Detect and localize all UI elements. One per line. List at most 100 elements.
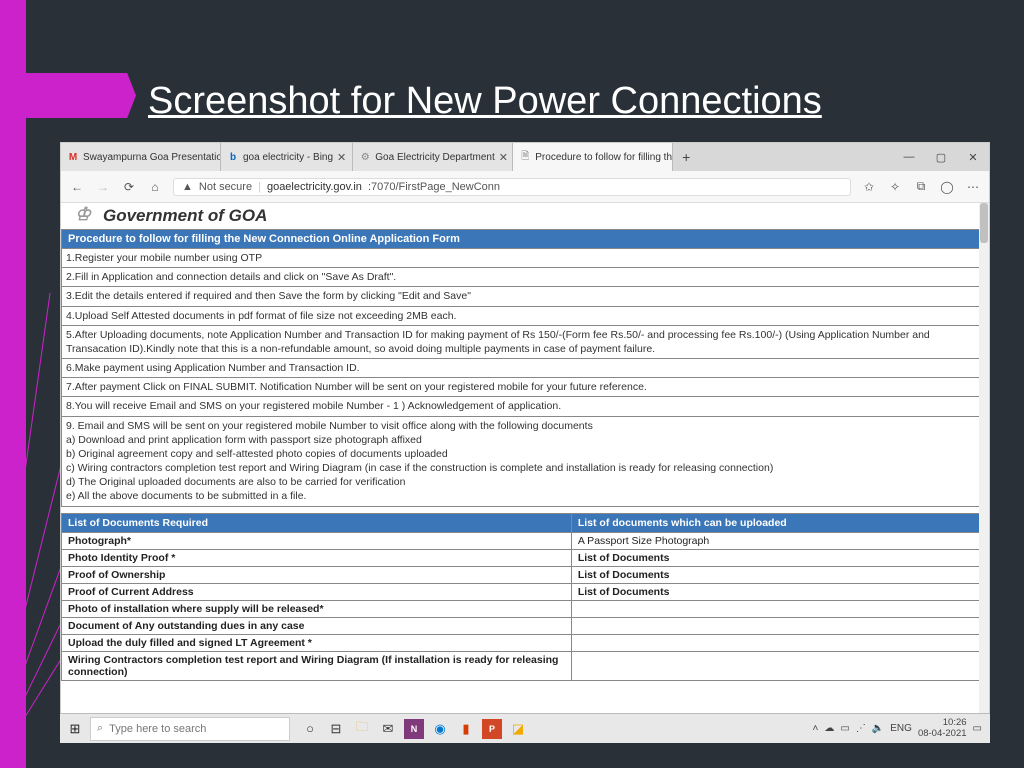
procedure-step: 6.Make payment using Application Number … [61,359,989,378]
notifications-icon[interactable]: ▭ [973,723,982,734]
scrollbar-thumb[interactable] [980,203,988,243]
tab-2[interactable]: ⚙ Goa Electricity Department ✕ [353,143,513,171]
tray-chevron-icon[interactable]: ˄ [813,723,819,734]
minimize-button[interactable]: — [893,143,925,171]
back-button[interactable]: ← [69,180,85,194]
tab-label: Goa Electricity Department [375,152,495,163]
battery-icon[interactable]: ▭ [840,723,849,734]
not-secure-icon: ▲ [182,181,193,193]
clock-time: 10:26 [918,718,967,728]
browser-window: M Swayampurna Goa Presentation ✕ b goa e… [60,142,990,722]
new-tab-button[interactable]: + [673,143,699,171]
taskbar-clock[interactable]: 10:26 08-04-2021 [918,718,967,739]
tab-3[interactable]: 🗎 Procedure to follow for filling th ✕ [513,143,673,171]
table-row: Photo of installation where supply will … [62,600,989,617]
emblem-icon: ♔ [69,204,97,228]
not-secure-label: Not secure [199,181,252,193]
edge-icon[interactable]: ◉ [430,719,450,739]
doc-upload-cell [571,617,988,634]
procedure-substep: c) Wiring contractors completion test re… [66,461,984,475]
close-icon[interactable]: ✕ [499,151,508,164]
doc-upload-link[interactable]: List of Documents [571,566,988,583]
tab-label: goa electricity - Bing [243,152,333,163]
table-row: Wiring Contractors completion test repor… [62,651,989,680]
tab-label: Swayampurna Goa Presentation [83,152,221,163]
bing-icon: b [227,151,239,163]
table-row: Proof of Current AddressList of Document… [62,583,989,600]
taskview-icon[interactable]: ⊟ [326,719,346,739]
powerpoint-icon[interactable]: P [482,719,502,739]
close-window-button[interactable]: ✕ [957,143,989,171]
doc-upload-link[interactable]: List of Documents [571,583,988,600]
site-icon: ⚙ [359,151,371,163]
volume-icon[interactable]: 🔈 [872,723,884,734]
cortana-icon[interactable]: ○ [300,719,320,739]
system-tray: ˄ ☁ ▭ ⋰ 🔈 ENG 10:26 08-04-2021 ▭ [805,718,990,739]
more-icon[interactable]: ⋯ [965,180,981,194]
table-row: Photo Identity Proof *List of Documents [62,549,989,566]
doc-required-cell: Photo Identity Proof * [62,549,572,566]
gmail-icon: M [67,151,79,163]
profile-icon[interactable]: ◯ [939,180,955,194]
browser-tabstrip: M Swayampurna Goa Presentation ✕ b goa e… [61,143,989,171]
read-aloud-icon[interactable]: ✩ [861,180,877,194]
window-controls: — ▢ ✕ [893,143,989,171]
explorer-icon[interactable]: 🗀 [352,719,372,739]
procedure-substep: b) Original agreement copy and self-atte… [66,447,984,461]
onenote-icon[interactable]: N [404,719,424,739]
procedure-step: 2.Fill in Application and connection det… [61,268,989,287]
table-row: Document of Any outstanding dues in any … [62,617,989,634]
clock-date: 08-04-2021 [918,729,967,739]
url-field[interactable]: ▲ Not secure | goaelectricity.gov.in:707… [173,178,851,196]
doc-required-cell: Photo of installation where supply will … [62,600,572,617]
home-button[interactable]: ⌂ [147,180,163,194]
windows-taskbar: ⊞ ⌕ Type here to search ○ ⊟ 🗀 ✉ N ◉ ▮ P … [60,713,990,743]
procedure-substep: e) All the above documents to be submitt… [66,489,984,503]
doc-upload-link[interactable]: List of Documents [571,549,988,566]
procedure-step: 7.After payment Click on FINAL SUBMIT. N… [61,378,989,397]
doc-required-cell: Proof of Ownership [62,566,572,583]
procedure-step: 1.Register your mobile number using OTP [61,249,989,268]
wifi-icon[interactable]: ⋰ [856,723,866,734]
doc-required-cell: Wiring Contractors completion test repor… [62,651,572,680]
search-placeholder: Type here to search [109,723,206,735]
procedure-substep: d) The Original uploaded documents are a… [66,475,984,489]
url-path: :7070/FirstPage_NewConn [368,181,500,193]
table-row: Upload the duly filled and signed LT Agr… [62,634,989,651]
vertical-scrollbar[interactable] [979,203,989,721]
start-button[interactable]: ⊞ [60,714,90,744]
reload-button[interactable]: ⟳ [121,180,137,194]
documents-table: List of Documents Required List of docum… [61,513,989,681]
procedure-step: 8.You will receive Email and SMS on your… [61,397,989,416]
office-icon[interactable]: ▮ [456,719,476,739]
tab-0[interactable]: M Swayampurna Goa Presentation ✕ [61,143,221,171]
language-indicator[interactable]: ENG [890,723,912,734]
doc-required-cell: Document of Any outstanding dues in any … [62,617,572,634]
url-domain: goaelectricity.gov.in [267,181,362,193]
table-row: Proof of OwnershipList of Documents [62,566,989,583]
taskbar-search[interactable]: ⌕ Type here to search [90,717,290,741]
step-9: 9. Email and SMS will be sent on your re… [61,417,989,507]
collections-icon[interactable]: ⧉ [913,179,929,194]
forward-button[interactable]: → [95,180,111,194]
gov-header: ♔ Government of GOA [61,203,989,229]
taskbar-apps: ○ ⊟ 🗀 ✉ N ◉ ▮ P ◪ [300,719,528,739]
doc-header-required: List of Documents Required [62,513,572,532]
close-icon[interactable]: ✕ [337,151,346,164]
onedrive-icon[interactable]: ☁ [824,723,834,734]
procedure-step: 4.Upload Self Attested documents in pdf … [61,307,989,326]
tab-1[interactable]: b goa electricity - Bing ✕ [221,143,353,171]
norton-icon[interactable]: ◪ [508,719,528,739]
page-content: ♔ Government of GOA Procedure to follow … [61,203,989,721]
doc-upload-cell [571,600,988,617]
doc-required-cell: Photograph* [62,532,572,549]
mail-icon[interactable]: ✉ [378,719,398,739]
doc-upload-cell [571,651,988,680]
doc-header-upload: List of documents which can be uploaded [571,513,988,532]
procedure-step: 3.Edit the details entered if required a… [61,287,989,306]
step-9-text: 9. Email and SMS will be sent on your re… [66,419,984,433]
favorites-icon[interactable]: ✧ [887,180,903,194]
procedure-step: 5.After Uploading documents, note Applic… [61,326,989,359]
procedure-substep: a) Download and print application form w… [66,433,984,447]
maximize-button[interactable]: ▢ [925,143,957,171]
